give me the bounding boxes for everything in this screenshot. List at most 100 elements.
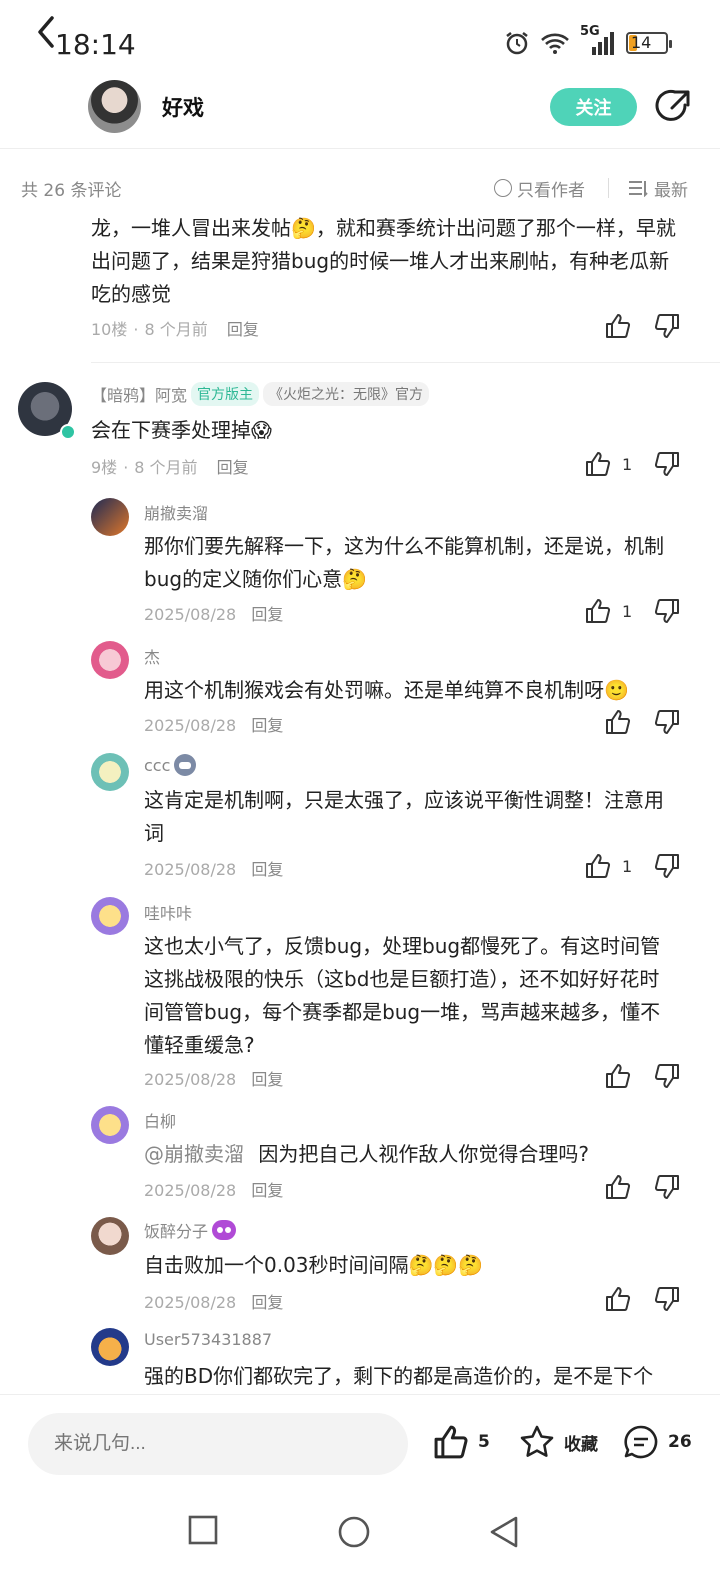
thumbs-down-icon[interactable]: [653, 852, 681, 880]
thumbs-down-icon[interactable]: [653, 312, 681, 340]
replier-name[interactable]: 杰: [144, 644, 160, 668]
post-like-button[interactable]: 5: [432, 1423, 490, 1461]
reply-link[interactable]: 回复: [217, 458, 249, 477]
reply-text: 强的BD你们都砍完了，剩下的都是高造价的，是不是下个: [144, 1364, 654, 1388]
thumbs-down-icon[interactable]: [653, 597, 681, 625]
comment-input[interactable]: [28, 1413, 408, 1475]
thumbs-down-icon[interactable]: [653, 1173, 681, 1201]
dislike-action[interactable]: [653, 852, 681, 880]
sort-lines-icon: [629, 181, 648, 197]
star-icon: [520, 1425, 554, 1457]
thumbs-up-icon[interactable]: [604, 708, 632, 736]
replier-name[interactable]: ccc: [144, 756, 170, 775]
moderator-badge: 官方版主: [191, 382, 260, 406]
reply-text: 自击败加一个0.03秒时间间隔🤔🤔🤔: [144, 1253, 484, 1277]
comment-divider: [91, 362, 720, 363]
comment-count: 共 26 条评论: [21, 180, 122, 201]
replier-name[interactable]: 饭醉分子: [144, 1218, 208, 1242]
thumbs-up-icon[interactable]: [604, 1285, 632, 1313]
replier-avatar[interactable]: [91, 753, 129, 791]
thumbs-up-icon[interactable]: [584, 450, 612, 478]
replier-avatar[interactable]: [91, 1328, 129, 1366]
commenter-name[interactable]: 【暗鸦】阿宽: [91, 382, 187, 406]
mention-link[interactable]: @崩撤卖溜: [144, 1142, 244, 1166]
thumbs-up-icon[interactable]: [584, 597, 612, 625]
like-action[interactable]: [604, 708, 632, 736]
dislike-action[interactable]: [653, 1062, 681, 1090]
reply-meta: 2025/08/28 回复: [144, 605, 284, 624]
square-icon: [188, 1515, 218, 1545]
comment-total: 26: [668, 1432, 692, 1452]
collect-button[interactable]: 收藏: [518, 1423, 598, 1461]
follow-button[interactable]: 关注: [550, 88, 637, 126]
reply-link[interactable]: 回复: [251, 860, 283, 879]
comments-button[interactable]: 26: [622, 1423, 692, 1461]
like-count: 1: [622, 856, 633, 876]
author-name[interactable]: 好戏: [162, 92, 204, 122]
reply-link[interactable]: 回复: [251, 605, 283, 624]
back-nav-button[interactable]: [488, 1515, 520, 1553]
dislike-action[interactable]: [653, 597, 681, 625]
author-only-toggle[interactable]: 只看作者: [494, 176, 585, 201]
replier-avatar[interactable]: [91, 498, 129, 536]
dislike-action[interactable]: [653, 450, 681, 478]
like-action[interactable]: 1: [584, 852, 632, 880]
replier-name[interactable]: 白柳: [144, 1108, 176, 1132]
wifi-icon: [541, 33, 569, 54]
author-avatar[interactable]: [88, 80, 141, 133]
sort-toggle[interactable]: 最新: [628, 176, 688, 201]
dislike-action[interactable]: [653, 708, 681, 736]
like-action[interactable]: 1: [584, 450, 632, 478]
replier-name[interactable]: 崩撤卖溜: [144, 500, 208, 524]
reply-link[interactable]: 回复: [227, 320, 259, 339]
reply-meta: 2025/08/28 回复: [144, 716, 284, 735]
recents-button[interactable]: [188, 1515, 218, 1549]
thumbs-down-icon[interactable]: [653, 1285, 681, 1313]
status-time: 18:14: [55, 28, 136, 61]
thumbs-up-icon[interactable]: [604, 1062, 632, 1090]
back-arrow-icon[interactable]: [30, 12, 66, 52]
thumbs-up-icon[interactable]: [604, 1173, 632, 1201]
thumbs-down-icon[interactable]: [653, 1062, 681, 1090]
like-action[interactable]: [604, 1285, 632, 1313]
replier-header: 饭醉分子: [144, 1218, 237, 1242]
like-action[interactable]: [604, 1173, 632, 1201]
reply-meta: 2025/08/28 回复: [144, 860, 284, 879]
commenter-header: 【暗鸦】阿宽 官方版主 《火炬之光：无限》官方: [91, 382, 430, 406]
reply-text: 这肯定是机制啊，只是太强了，应该说平衡性调整！注意用词: [144, 788, 664, 845]
reply-text: 那你们要先解释一下，这为什么不能算机制，还是说，机制bug的定义随你们心意🤔: [144, 534, 664, 591]
replier-avatar[interactable]: [91, 897, 129, 935]
thumbs-down-icon[interactable]: [653, 450, 681, 478]
replier-name[interactable]: User573431887: [144, 1330, 272, 1349]
comment-actions: [604, 312, 632, 340]
thumbs-up-icon[interactable]: [604, 312, 632, 340]
reply-link[interactable]: 回复: [251, 716, 283, 735]
status-icons: 5G 14: [504, 24, 672, 56]
like-action[interactable]: 1: [584, 597, 632, 625]
thumbs-up-icon[interactable]: [584, 852, 612, 880]
dislike-action[interactable]: [653, 1173, 681, 1201]
bottom-action-bar: 5 收藏 26: [0, 1395, 720, 1495]
status-bar: 18:14 5G 14: [0, 0, 720, 80]
comment-filter-bar: 共 26 条评论 只看作者 最新: [0, 160, 720, 216]
replier-header: ccc: [144, 754, 197, 776]
battery-icon: 14: [626, 32, 672, 54]
like-action[interactable]: [604, 1062, 632, 1090]
reply-meta: 2025/08/28 回复: [144, 1070, 284, 1089]
dislike-action[interactable]: [653, 1285, 681, 1313]
home-button[interactable]: [337, 1515, 371, 1553]
replier-avatar[interactable]: [91, 641, 129, 679]
reply-meta: 2025/08/28 回复: [144, 1293, 284, 1312]
reply-link[interactable]: 回复: [251, 1181, 283, 1200]
replier-avatar[interactable]: [91, 1106, 129, 1144]
reply-link[interactable]: 回复: [251, 1070, 283, 1089]
alarm-icon: [506, 32, 528, 55]
replier-avatar[interactable]: [91, 1217, 129, 1255]
collect-label: 收藏: [564, 1434, 598, 1455]
signal-icon: 5G: [580, 24, 616, 56]
share-icon[interactable]: [655, 89, 691, 125]
thumbs-down-icon[interactable]: [653, 708, 681, 736]
replier-name[interactable]: 哇咔咔: [144, 900, 192, 924]
post-like-count: 5: [478, 1432, 490, 1452]
reply-link[interactable]: 回复: [251, 1293, 283, 1312]
